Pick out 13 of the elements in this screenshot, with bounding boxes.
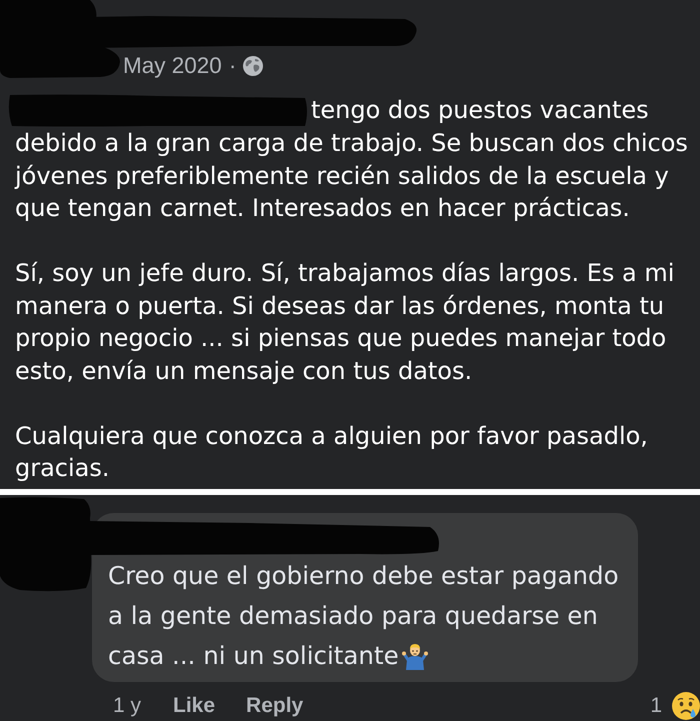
globe-icon [243, 56, 264, 76]
comment-action-link[interactable]: Reply [246, 694, 304, 718]
post-paragraph: Cualquiera que conozca a alguien por favor pasadlo, gracias. [15, 420, 649, 484]
reaction-count: 1 [650, 694, 662, 718]
post-paragraph: tengo dos puestos vacantes debido a la gran carga de trabajo. Se buscan dos chicos jóvenes preferiblemente recién salidos de la escuela y que tengan carnet. Interesados en hacer prácticas. [15, 94, 696, 224]
shrugging-person-icon [402, 642, 428, 670]
comment-action-link[interactable]: Like [173, 694, 216, 718]
comment-age: 1 y [113, 694, 142, 718]
crying-face-icon [672, 692, 700, 720]
separator-dot: · [228, 53, 236, 79]
comment-text: Creo que el gobierno debe estar pagando a la gente demasiado para quedarse en casa ... ni un solicitante [108, 560, 620, 672]
post-date[interactable]: May 2020 [123, 53, 222, 79]
post-paragraph: Sí, soy un jefe duro. Sí, trabajamos días largos. Es a mi manera o puerta. Si deseas dar las órdenes, monta tu propio negocio ... si piensas que puedes manejar todo esto, envía un mensaje con tus datos. [15, 258, 676, 386]
